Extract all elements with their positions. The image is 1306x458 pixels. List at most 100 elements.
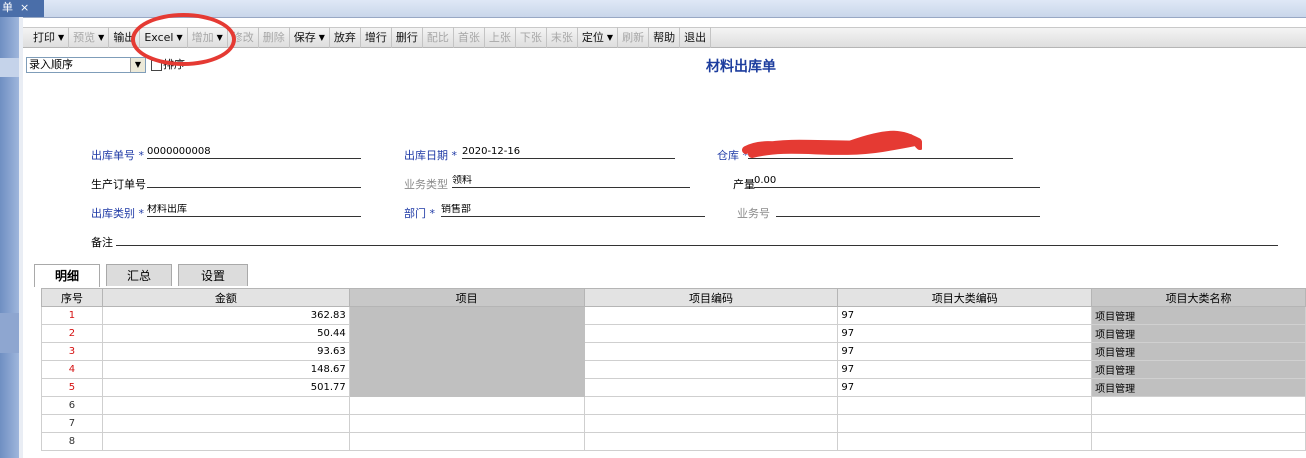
toolbar-button-11[interactable]: 配比 [423,27,454,48]
table-cell-seq[interactable]: 8 [41,432,103,451]
table-row[interactable]: 2 50.44 97 项目管理 [41,324,1306,343]
toolbar-button-8[interactable]: 放弃 [330,27,361,48]
column-header-seq[interactable]: 序号 [41,288,103,307]
toolbar-button-17[interactable]: 刷新 [618,27,650,48]
out-no-field[interactable]: 0000000008 [147,146,361,159]
toolbar-button-9[interactable]: 增行 [361,27,392,48]
table-cell-cat-code[interactable]: 97 [837,378,1093,397]
table-cell-cat-code[interactable]: 97 [837,342,1093,361]
chevron-down-icon[interactable]: ▼ [319,33,325,42]
table-row[interactable]: 6 [41,396,1306,415]
table-cell-item-code[interactable] [583,360,839,379]
table-cell-seq[interactable]: 1 [41,306,103,325]
tab-detail[interactable]: 明细 [34,264,100,287]
table-cell-cat-code[interactable] [837,396,1093,415]
column-header-amount[interactable]: 金额 [101,288,350,307]
tab-summary[interactable]: 汇总 [106,264,172,286]
table-cell-item-code[interactable] [583,396,839,415]
table-cell-seq[interactable]: 6 [41,396,103,415]
chevron-down-icon[interactable]: ▼ [98,33,104,42]
table-cell-cat-name[interactable]: 项目管理 [1091,342,1306,361]
toolbar-button-10[interactable]: 删行 [392,27,423,48]
table-cell-cat-name[interactable] [1091,432,1306,451]
table-cell-cat-name[interactable] [1091,414,1306,433]
table-cell-item[interactable] [348,306,585,325]
table-cell-item[interactable] [348,342,585,361]
table-cell-seq[interactable]: 2 [41,324,103,343]
table-row[interactable]: 1 362.83 97 项目管理 [41,306,1306,325]
toolbar-button-19[interactable]: 退出 [680,27,712,48]
toolbar-button-14[interactable]: 下张 [516,27,547,48]
chevron-down-icon[interactable]: ▼ [130,58,145,72]
table-cell-seq[interactable]: 7 [41,414,103,433]
table-cell-amount[interactable]: 50.44 [101,324,350,343]
toolbar-button-15[interactable]: 末张 [547,27,578,48]
chevron-down-icon[interactable]: ▼ [58,33,64,42]
toolbar-button-12[interactable]: 首张 [454,27,485,48]
table-cell-item-code[interactable] [583,432,839,451]
chevron-down-icon[interactable]: ▼ [607,33,613,42]
table-cell-amount[interactable] [101,396,350,415]
table-cell-item-code[interactable] [583,342,839,361]
table-cell-item[interactable] [348,396,585,415]
column-header-category-name[interactable]: 项目大类名称 [1091,288,1306,307]
table-cell-item-code[interactable] [583,414,839,433]
toolbar-button-16[interactable]: 定位 ▼ [578,27,619,48]
table-cell-amount[interactable]: 93.63 [101,342,350,361]
table-cell-seq[interactable]: 5 [41,378,103,397]
remark-field[interactable] [116,233,1278,246]
table-row[interactable]: 7 [41,414,1306,433]
table-cell-amount[interactable]: 148.67 [101,360,350,379]
tab-settings[interactable]: 设置 [178,264,248,286]
table-cell-amount[interactable]: 362.83 [101,306,350,325]
table-cell-amount[interactable] [101,414,350,433]
table-cell-amount[interactable] [101,432,350,451]
table-cell-item-code[interactable] [583,378,839,397]
table-cell-item[interactable] [348,378,585,397]
biz-no-field[interactable] [776,204,1040,217]
window-tab[interactable]: 单 × [0,0,44,17]
table-cell-cat-name[interactable] [1091,396,1306,415]
column-header-category-code[interactable]: 项目大类编码 [837,288,1093,307]
toolbar-button-18[interactable]: 帮助 [649,27,681,48]
toolbar-button-0[interactable]: 打印 ▼ [29,27,70,48]
table-cell-amount[interactable]: 501.77 [101,378,350,397]
table-cell-cat-name[interactable]: 项目管理 [1091,360,1306,379]
left-nav-item[interactable] [0,313,19,353]
column-header-item-code[interactable]: 项目编码 [583,288,839,307]
table-row[interactable]: 4 148.67 97 项目管理 [41,360,1306,379]
table-cell-cat-name[interactable]: 项目管理 [1091,378,1306,397]
toolbar-button-13[interactable]: 上张 [485,27,516,48]
biz-type-field[interactable]: 领料 [452,175,690,188]
table-cell-cat-code[interactable] [837,414,1093,433]
table-cell-cat-name[interactable]: 项目管理 [1091,324,1306,343]
column-header-item[interactable]: 项目 [348,288,585,307]
table-cell-cat-code[interactable]: 97 [837,306,1093,325]
sort-order-select[interactable]: 录入顺序 ▼ [26,57,146,73]
table-cell-item-code[interactable] [583,324,839,343]
prod-order-field[interactable] [147,175,361,188]
table-cell-item[interactable] [348,360,585,379]
table-row[interactable]: 5 501.77 97 项目管理 [41,378,1306,397]
table-cell-cat-code[interactable] [837,432,1093,451]
dept-field[interactable]: 销售部 [441,204,705,217]
table-cell-cat-name[interactable]: 项目管理 [1091,306,1306,325]
out-type-field[interactable]: 材料出库 [147,204,361,217]
table-cell-item-code[interactable] [583,306,839,325]
table-cell-cat-code[interactable]: 97 [837,324,1093,343]
close-icon[interactable]: × [20,1,29,14]
output-field[interactable]: 0.00 [754,175,1040,188]
toolbar-button-7[interactable]: 保存 ▼ [290,27,330,48]
toolbar-button-1[interactable]: 预览 ▼ [69,27,110,48]
table-cell-item[interactable] [348,324,585,343]
table-row[interactable]: 8 [41,432,1306,451]
out-date-field[interactable]: 2020-12-16 [462,146,675,159]
table-cell-cat-code[interactable]: 97 [837,360,1093,379]
table-row[interactable]: 3 93.63 97 项目管理 [41,342,1306,361]
toolbar-button-6[interactable]: 删除 [259,27,290,48]
table-cell-item[interactable] [348,432,585,451]
left-nav-selected-item[interactable] [0,58,19,77]
table-cell-item[interactable] [348,414,585,433]
table-cell-seq[interactable]: 4 [41,360,103,379]
table-cell-seq[interactable]: 3 [41,342,103,361]
